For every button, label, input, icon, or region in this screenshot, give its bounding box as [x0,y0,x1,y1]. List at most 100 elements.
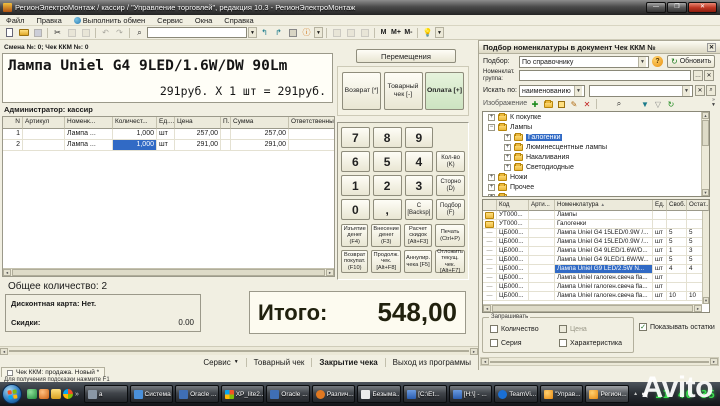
column-header[interactable]: Ед. [653,200,667,211]
document-tab[interactable]: Чек ККМ: продажа. Новый * [1,367,105,377]
refresh-button[interactable]: ↻Обновить [667,55,715,68]
tree-item[interactable]: Ножи [483,172,709,182]
taskbar-window-button[interactable]: а [84,385,128,403]
print-button[interactable]: Печать (Ctrl+P) [435,224,465,247]
expander-icon[interactable] [504,164,511,171]
start-button[interactable] [2,384,22,404]
ask-quantity-checkbox[interactable]: Количество [490,325,539,333]
taskbar-window-button[interactable]: Безыма... [357,385,401,403]
scroll-right-icon[interactable]: ▸ [470,348,478,355]
taskbar-window-button[interactable]: [H:\] - ... [449,385,493,403]
tree-item[interactable]: Прочее [483,182,709,192]
tree-item[interactable]: Люминесцентные лампы [483,142,709,152]
tree-item[interactable] [483,192,709,197]
column-header[interactable]: Ответственный [289,117,335,129]
void-check-button[interactable]: Аннулир. чека [F5] [404,250,432,273]
numpad-key-4[interactable]: 4 [405,151,434,172]
column-header[interactable]: П... [221,117,231,129]
tray-expand-icon[interactable]: ▲ [633,391,638,397]
payment-button[interactable]: Оплата [+] [425,72,464,110]
help-icon[interactable]: ? [652,56,663,67]
nomenclature-row[interactable]: ЦБ000... Лампа Uniel галоген.свеча fla..… [483,283,709,292]
movements-button[interactable]: Перемещения [356,49,456,63]
table-icon[interactable] [330,27,343,39]
menu-item[interactable]: Выполнить обмен [68,15,151,25]
taskbar-window-button[interactable]: Регион... [585,385,629,403]
ask-characteristic-checkbox[interactable]: Характеристика [559,339,622,347]
search-by-select[interactable]: наименованию▼ [519,85,585,97]
search-icon[interactable]: ⌕ [133,27,146,39]
expander-icon[interactable] [504,154,511,161]
users-icon[interactable] [358,27,371,39]
delete-icon[interactable]: ✕ [581,98,593,110]
scroll-left-icon[interactable]: ◂ [0,348,8,355]
search-input[interactable] [147,27,247,38]
grid-icon[interactable] [344,27,357,39]
numpad-key-comma[interactable]: , [373,199,402,220]
minimize-button[interactable]: — [646,2,666,13]
history-forward-icon[interactable]: ↱ [272,27,285,39]
scroll-thumb[interactable] [490,361,709,363]
toolbar-overflow-icon[interactable]: »▼ [711,98,716,108]
tree-item[interactable]: К покупке [483,112,709,122]
return-button[interactable]: Возврат [*] [342,72,381,110]
nomenclature-row[interactable]: ЦБ000... Лампа Uniel галоген.свеча fla..… [483,292,709,301]
numpad-key-5[interactable]: 5 [373,151,402,172]
close-icon[interactable]: ✕ [707,43,716,52]
column-header[interactable]: Ед.... [157,117,175,129]
calc-m-button[interactable]: М [378,27,389,39]
save-icon[interactable] [31,27,44,39]
column-header[interactable]: Артикул [23,117,65,129]
expander-icon[interactable] [488,114,495,121]
numpad-key-1[interactable]: 1 [341,175,370,196]
column-header[interactable]: Сумма [231,117,289,129]
expander-icon[interactable] [488,184,495,191]
expander-icon[interactable] [504,134,511,141]
undo-icon[interactable]: ↶ [99,27,112,39]
list-settings-icon[interactable] [626,98,638,110]
column-header[interactable]: Цена [175,117,221,129]
clear-filter-icon[interactable]: ▽ [652,98,664,110]
ask-price-checkbox[interactable]: Цена [559,325,587,333]
calc-m-minus-button[interactable]: М- [403,27,414,39]
nomenclature-row[interactable]: ЦБ000... Лампа Uniel G9 LED/2.5W N... шт… [483,265,709,274]
taskbar-window-button[interactable]: TeamVi... [494,385,538,403]
pick-key[interactable]: Подбор (F) [436,199,465,220]
cash-withdraw-button[interactable]: Изъятие денег (F4) [341,224,368,247]
info-dropdown-icon[interactable]: ▼ [314,27,323,38]
scroll-up-icon[interactable]: ▴ [702,112,709,119]
quick-launch-icon[interactable] [27,389,37,399]
taskbar-window-button[interactable]: Oracle ... [175,385,219,403]
refresh-list-icon[interactable]: ↻ [665,98,677,110]
backspace-key[interactable]: С [Backsp] [405,199,434,220]
tip-bulb-icon[interactable]: 💡 [421,27,434,39]
quick-launch-icon[interactable] [39,389,49,399]
clipboard-icon[interactable] [286,27,299,39]
nomenclature-row[interactable]: ЦБ000... Лампа Uniel G4 15LED/0.9W /... … [483,238,709,247]
expander-icon[interactable] [488,124,495,131]
search-icon[interactable]: ⌕ [706,85,716,96]
column-header[interactable]: Арти... [529,200,555,211]
cash-deposit-button[interactable]: Внесение денег (F3) [371,224,401,247]
add-icon[interactable]: ✚ [529,98,541,110]
service-menu-button[interactable]: Сервис▼ [196,358,245,367]
table-row-selected[interactable]: 2 Лампа ... 1,000 шт 291,00 291,00 [3,140,334,151]
tree-item[interactable]: Лампы [483,122,709,132]
new-document-icon[interactable] [3,27,16,39]
scroll-down-icon[interactable]: ▾ [703,297,709,304]
scroll-down-icon[interactable]: ▾ [702,189,709,196]
numpad-key-8[interactable]: 8 [373,127,402,148]
column-header[interactable]: Остат... [687,200,709,211]
show-remains-checkbox[interactable]: ✓Показывать остатки [639,323,715,331]
scroll-left-icon[interactable]: ◂ [3,269,11,276]
ellipsis-button[interactable]: … [693,70,703,81]
quick-launch-icon[interactable] [63,389,73,399]
maximize-button[interactable]: ❐ [667,2,687,13]
taskbar-window-button[interactable]: Система [130,385,174,403]
scroll-left-icon[interactable]: ◂ [483,305,491,312]
expander-icon[interactable] [504,144,511,151]
calc-m-plus-button[interactable]: М+ [390,27,402,39]
nomenclature-row[interactable]: ЦБ000... Лампа Uniel G4 15LED/0.9W /... … [483,229,709,238]
add-folder-icon[interactable] [542,98,554,110]
menu-item[interactable]: Файл [0,15,30,25]
